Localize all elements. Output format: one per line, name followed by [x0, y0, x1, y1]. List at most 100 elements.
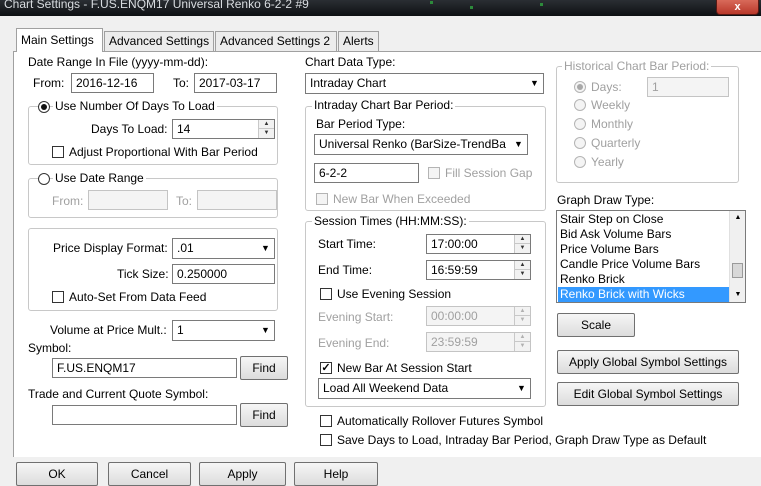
auto-rollover-label: Automatically Rollover Futures Symbol	[337, 414, 544, 428]
range-from-field[interactable]	[88, 190, 168, 210]
historical-yearly-label: Yearly	[591, 155, 624, 169]
tab-advanced-settings-2[interactable]: Advanced Settings 2	[215, 31, 337, 51]
list-item[interactable]: Bid Ask Volume Bars	[558, 227, 730, 242]
historical-monthly-label: Monthly	[591, 117, 634, 131]
close-icon: x	[734, 1, 741, 13]
date-from-field[interactable]: 2016-12-16	[71, 73, 154, 93]
days-to-load-label: Days To Load:	[91, 122, 168, 136]
intraday-group-label: Intraday Chart Bar Period:	[312, 98, 456, 112]
list-scrollbar[interactable]: ▲ ▼	[729, 211, 745, 302]
historical-quarterly-label: Quarterly	[591, 136, 641, 150]
use-days-radio[interactable]	[38, 101, 50, 113]
historical-group-label: Historical Chart Bar Period:	[562, 59, 712, 73]
chart-data-type-select[interactable]: Intraday Chart ▼	[305, 73, 544, 94]
auto-rollover-checkbox[interactable]	[320, 415, 332, 427]
historical-quarterly-radio[interactable]	[574, 137, 586, 149]
close-button[interactable]: x	[716, 0, 759, 15]
chart-data-type-label: Chart Data Type:	[305, 55, 396, 69]
window-title-bar[interactable]: Chart Settings - F.US.ENQM17 Universal R…	[0, 0, 761, 16]
historical-monthly-radio[interactable]	[574, 118, 586, 130]
ok-button[interactable]: OK	[16, 462, 98, 486]
list-item[interactable]: Stair Step on Close	[558, 212, 730, 227]
spin-down-icon[interactable]: ▼	[514, 316, 530, 325]
chevron-down-icon: ▼	[257, 240, 273, 257]
save-default-checkbox[interactable]	[320, 434, 332, 446]
adjust-proportional-checkbox[interactable]	[52, 146, 64, 158]
tab-main-settings[interactable]: Main Settings	[16, 28, 103, 52]
scroll-down-icon[interactable]: ▼	[730, 288, 745, 302]
scale-button[interactable]: Scale	[557, 313, 635, 337]
spin-up-icon[interactable]: ▲	[514, 235, 530, 244]
chart-dot	[470, 6, 473, 9]
to-label: To:	[173, 76, 190, 90]
list-item-selected[interactable]: Renko Brick with Wicks	[558, 287, 730, 302]
graph-draw-type-label: Graph Draw Type:	[557, 193, 655, 207]
historical-yearly-radio[interactable]	[574, 156, 586, 168]
edit-global-settings-button[interactable]: Edit Global Symbol Settings	[557, 382, 739, 406]
tab-label: Advanced Settings	[109, 34, 210, 48]
volume-mult-select[interactable]: 1 ▼	[172, 320, 275, 341]
list-item[interactable]: Renko Brick	[558, 272, 730, 287]
graph-draw-type-list[interactable]: Stair Step on Close Bid Ask Volume Bars …	[556, 210, 746, 303]
evening-start-label: Evening Start:	[318, 310, 394, 324]
scroll-thumb[interactable]	[732, 263, 743, 278]
tab-advanced-settings[interactable]: Advanced Settings	[104, 31, 214, 51]
symbol-label: Symbol:	[28, 341, 72, 355]
spin-down-icon[interactable]: ▼	[514, 244, 530, 253]
symbol-field[interactable]: F.US.ENQM17	[52, 358, 237, 378]
spin-down-icon[interactable]: ▼	[514, 270, 530, 279]
chevron-down-icon: ▼	[526, 75, 542, 92]
evening-start-stepper[interactable]: 00:00:00 ▲ ▼	[426, 306, 531, 326]
trade-symbol-field[interactable]	[52, 405, 237, 425]
tick-size-field[interactable]: 0.250000	[172, 264, 275, 284]
weekend-data-value: Load All Weekend Data	[323, 381, 449, 395]
historical-weekly-radio[interactable]	[574, 99, 586, 111]
historical-days-radio[interactable]	[574, 81, 586, 93]
help-button[interactable]: Help	[294, 462, 378, 486]
spin-up-icon[interactable]: ▲	[514, 307, 530, 316]
scroll-up-icon[interactable]: ▲	[730, 211, 745, 225]
days-to-load-stepper[interactable]: 14 ▲ ▼	[172, 119, 275, 139]
spin-up-icon[interactable]: ▲	[258, 120, 274, 129]
end-time-label: End Time:	[318, 263, 373, 277]
range-to-label: To:	[176, 194, 193, 208]
historical-weekly-label: Weekly	[591, 98, 631, 112]
spin-down-icon[interactable]: ▼	[514, 342, 530, 351]
tab-alerts[interactable]: Alerts	[338, 31, 379, 51]
bar-period-value-field[interactable]: 6-2-2	[314, 163, 419, 183]
days-to-load-value: 14	[177, 122, 191, 136]
use-evening-session-checkbox[interactable]	[320, 288, 332, 300]
tab-label: Advanced Settings 2	[220, 34, 331, 48]
range-to-field[interactable]	[197, 190, 277, 210]
symbol-find-button[interactable]: Find	[240, 356, 288, 380]
spin-down-icon[interactable]: ▼	[258, 129, 274, 138]
chevron-down-icon: ▼	[513, 380, 529, 397]
date-to-field[interactable]: 2017-03-17	[194, 73, 277, 93]
historical-days-field[interactable]: 1	[647, 77, 729, 97]
new-bar-session-start-checkbox[interactable]: ✓	[320, 362, 332, 374]
evening-end-stepper[interactable]: 23:59:59 ▲ ▼	[426, 332, 531, 352]
list-item[interactable]: Candle Price Volume Bars	[558, 257, 730, 272]
use-date-range-radio[interactable]	[38, 173, 50, 185]
volume-mult-value: 1	[177, 323, 184, 337]
cancel-button[interactable]: Cancel	[108, 462, 191, 486]
apply-global-settings-button[interactable]: Apply Global Symbol Settings	[557, 350, 739, 374]
start-time-stepper[interactable]: 17:00:00 ▲ ▼	[426, 234, 531, 254]
trade-symbol-find-button[interactable]: Find	[240, 403, 288, 427]
new-bar-exceeded-checkbox[interactable]	[316, 193, 328, 205]
spin-up-icon[interactable]: ▲	[514, 333, 530, 342]
end-time-value: 16:59:59	[431, 263, 478, 277]
date-range-label: Date Range In File (yyyy-mm-dd):	[28, 55, 209, 69]
price-format-select[interactable]: .01 ▼	[172, 238, 275, 259]
spin-up-icon[interactable]: ▲	[514, 261, 530, 270]
end-time-stepper[interactable]: 16:59:59 ▲ ▼	[426, 260, 531, 280]
fill-session-gap-checkbox[interactable]	[428, 167, 440, 179]
bar-period-type-select[interactable]: Universal Renko (BarSize-TrendBa ▼	[314, 134, 528, 155]
weekend-data-select[interactable]: Load All Weekend Data ▼	[318, 378, 531, 399]
use-evening-session-label: Use Evening Session	[337, 287, 452, 301]
apply-button[interactable]: Apply	[199, 462, 286, 486]
auto-set-checkbox[interactable]	[52, 291, 64, 303]
chart-data-type-value: Intraday Chart	[310, 76, 387, 90]
evening-start-value: 00:00:00	[431, 309, 478, 323]
list-item[interactable]: Price Volume Bars	[558, 242, 730, 257]
